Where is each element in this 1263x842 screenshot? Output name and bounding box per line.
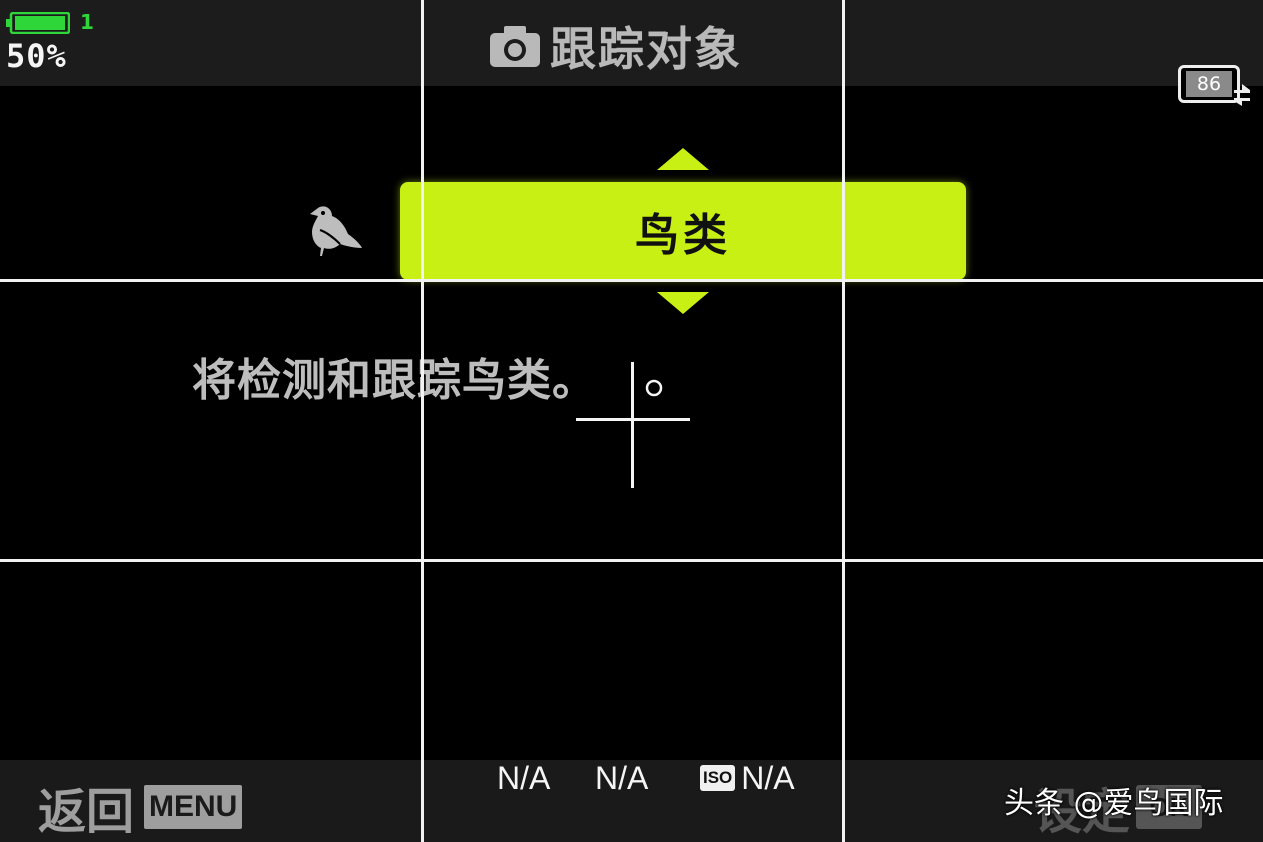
menu-key-icon: MENU [144, 785, 243, 829]
swap-arrows-icon [1234, 84, 1250, 106]
grid-line-vertical [421, 0, 424, 842]
iso-value: N/A [741, 760, 795, 796]
triangle-up-icon[interactable] [655, 146, 711, 172]
grid-line-horizontal [0, 559, 1263, 562]
grid-line-vertical [842, 0, 845, 842]
bird-icon [310, 206, 362, 256]
camera-icon [490, 26, 540, 67]
remaining-shots-count: 86 [1186, 71, 1232, 97]
selected-option-label: 鸟类 [635, 210, 731, 261]
iso-readout: ISO N/A [700, 758, 795, 798]
focus-crosshair-icon [576, 362, 690, 488]
tracking-subject-option[interactable]: 鸟类 [400, 182, 966, 280]
aperture-value: N/A [595, 760, 649, 796]
title-text: 跟踪对象 [550, 22, 742, 76]
page-title: 跟踪对象 [488, 14, 742, 78]
grid-line-horizontal [0, 279, 1263, 282]
shutter-speed-value: N/A [497, 760, 551, 796]
triangle-down-icon[interactable] [655, 290, 711, 316]
watermark: 头条 @爱鸟国际 [1004, 786, 1224, 821]
iso-icon: ISO [700, 765, 736, 791]
battery-slot-number: 1 [80, 10, 94, 34]
option-description: 将检测和跟踪鸟类。 [192, 355, 597, 406]
battery-percent: 50% [6, 37, 67, 75]
back-button[interactable]: 返回 MENU [38, 772, 243, 842]
back-label: 返回 [38, 784, 135, 840]
battery-icon [6, 12, 70, 34]
